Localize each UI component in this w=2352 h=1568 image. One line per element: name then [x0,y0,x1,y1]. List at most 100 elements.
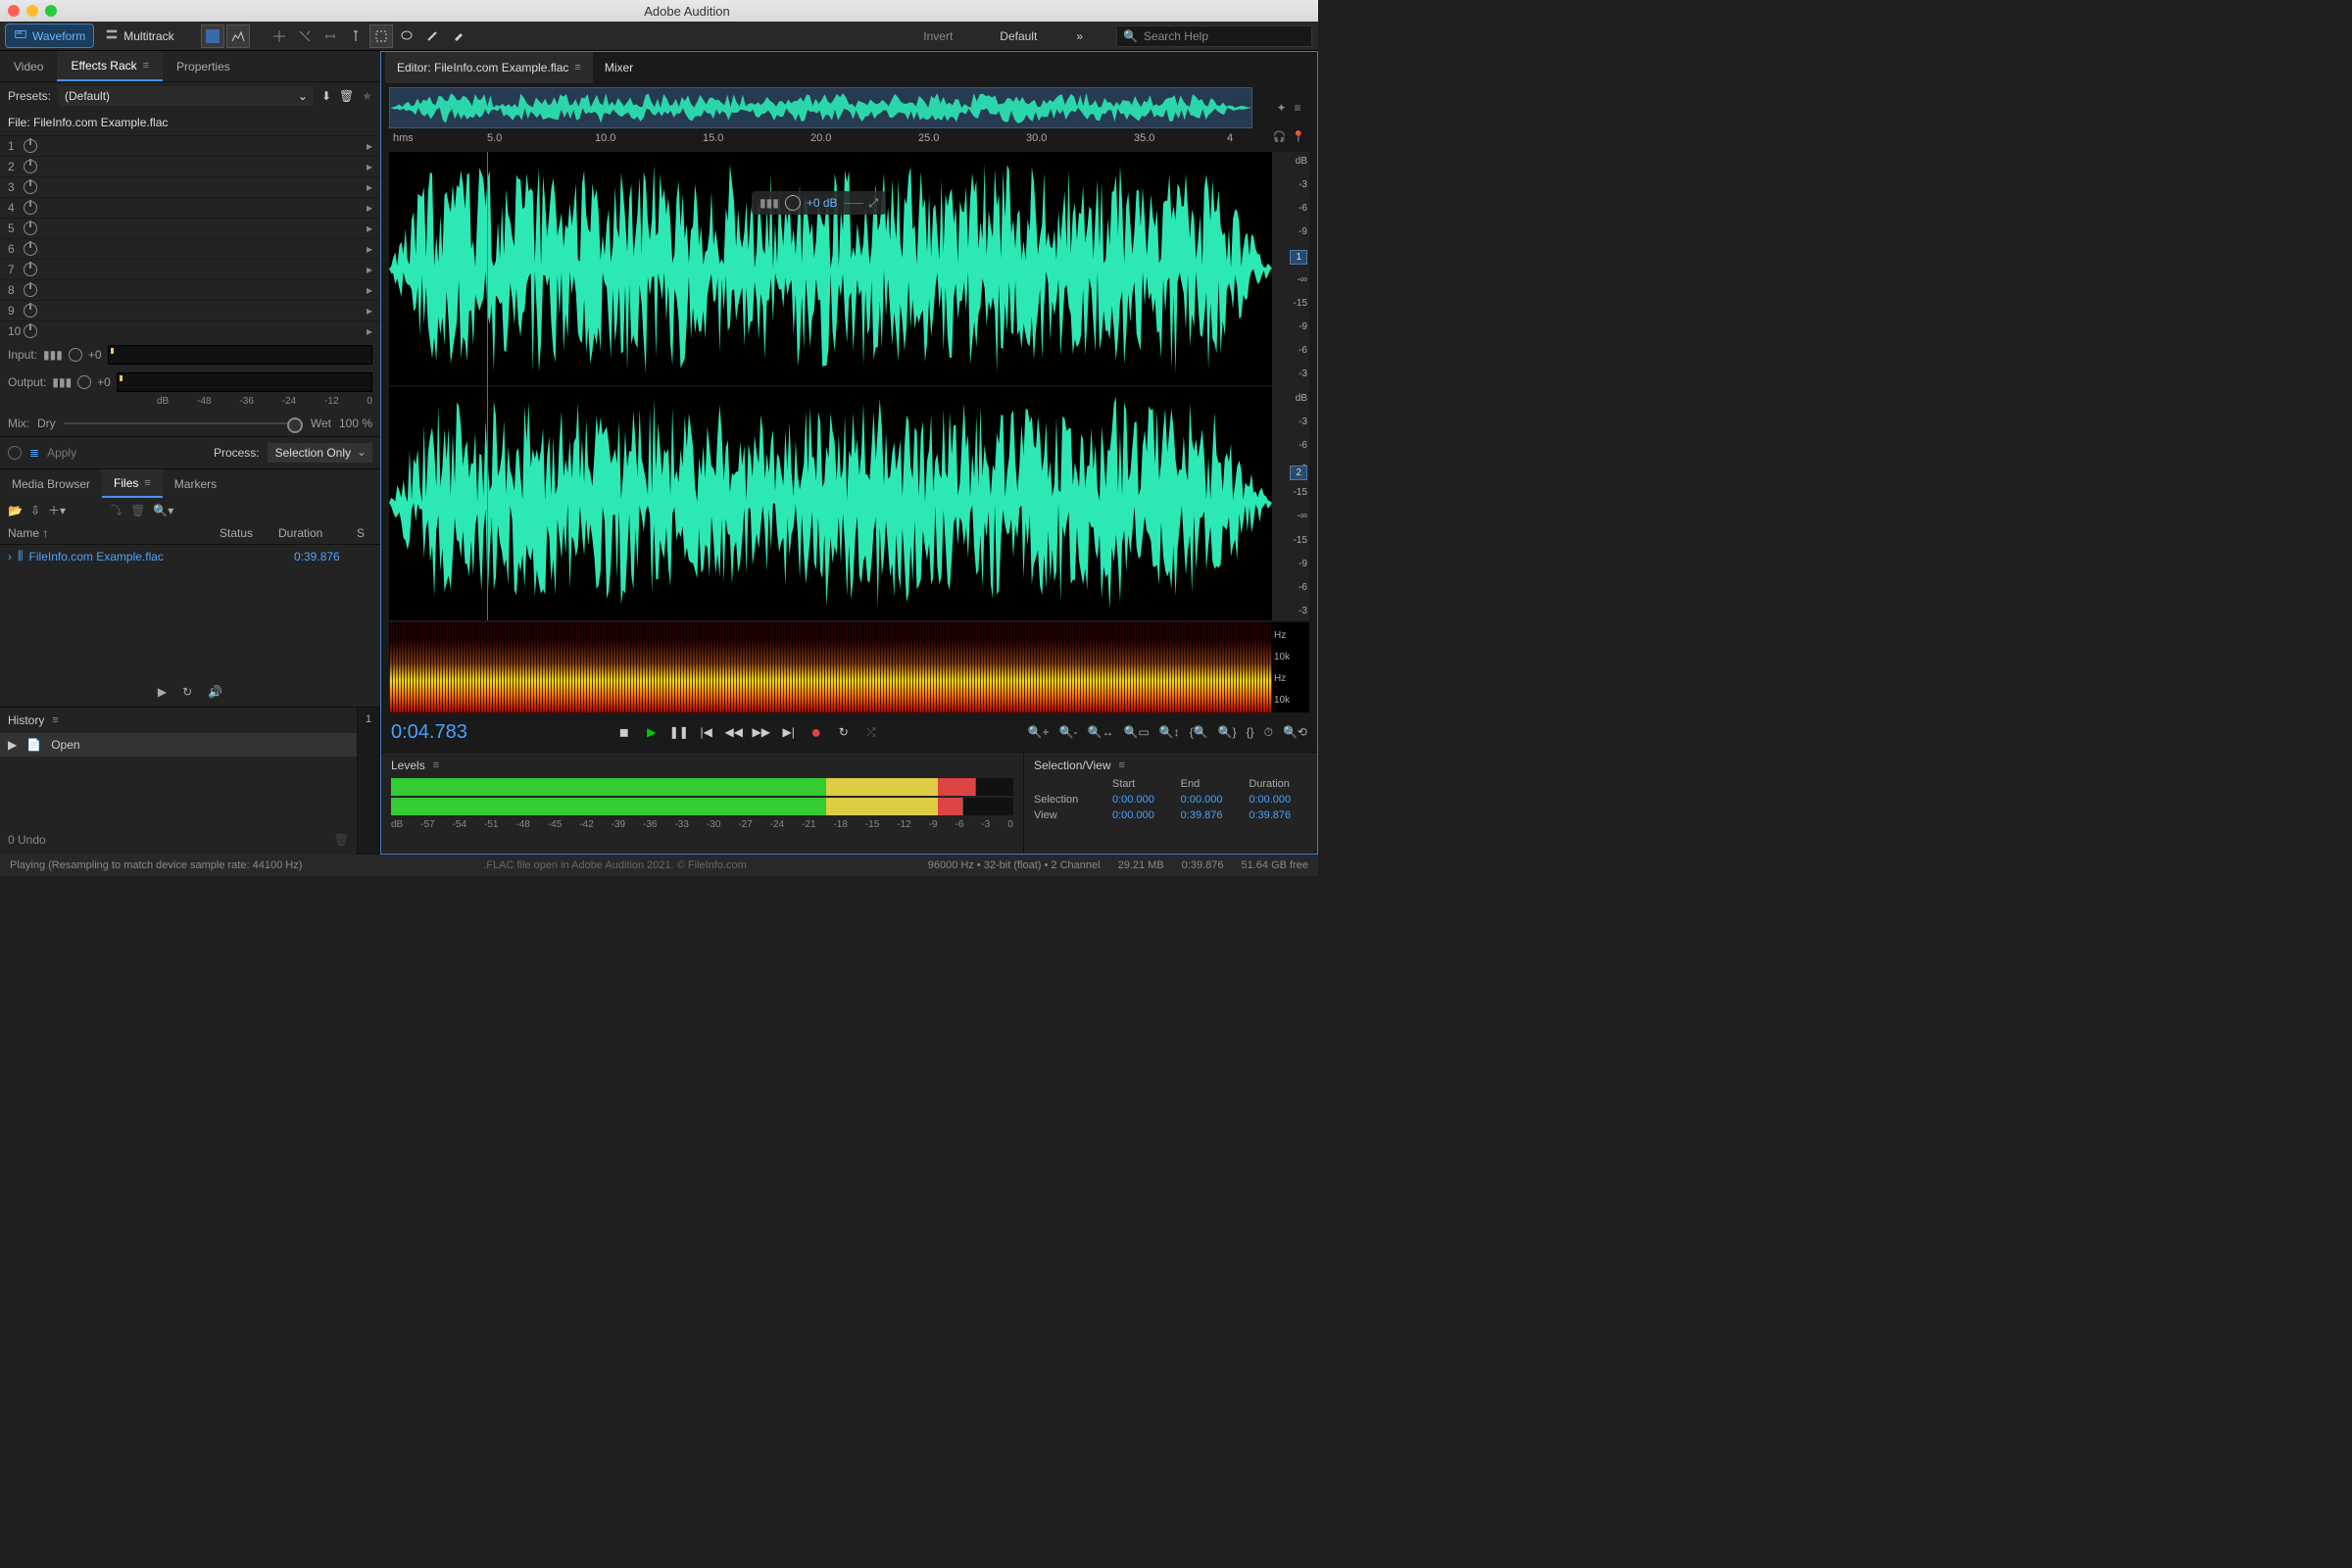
panel-menu-icon[interactable]: ≡ [52,714,58,726]
zoom-in-icon[interactable]: 🔍+ [1028,725,1050,740]
power-icon[interactable] [24,263,37,276]
effect-slot[interactable]: 3▸ [0,176,380,197]
waveform-mode-button[interactable]: Waveform [6,24,93,47]
marquee-tool[interactable] [370,25,392,47]
power-icon[interactable] [24,242,37,256]
skip-selection-button[interactable]: ⤮ [862,723,880,741]
headphones-icon[interactable]: 🎧 [1273,130,1287,143]
move-tool[interactable] [269,25,290,47]
power-icon[interactable] [24,201,37,215]
time-selection-tool[interactable] [345,25,367,47]
list-icon[interactable]: ≣ [29,446,39,460]
current-time[interactable]: 0:04.783 [391,721,467,744]
expand-icon[interactable]: ⤢ [869,196,879,211]
record-button[interactable]: ● [808,723,825,741]
volume-hud[interactable]: ▮▮▮ +0 dB ⤢ [752,191,886,215]
play-button[interactable]: ▶ [643,723,661,741]
tab-video[interactable]: Video [0,51,57,81]
view-start[interactable]: 0:00.000 [1112,809,1171,821]
effect-slot[interactable]: 1▸ [0,135,380,156]
skip-start-button[interactable]: |◀ [698,723,715,741]
waveform-display[interactable]: ▮▮▮ +0 dB ⤢ dB -3-6-9-15-∞-15-9-6-3 1 dB… [389,152,1309,620]
close-window-button[interactable] [8,5,20,17]
presets-combo[interactable]: (Default) ⌄ [59,86,314,106]
minimize-window-button[interactable] [26,5,38,17]
tab-editor[interactable]: Editor: FileInfo.com Example.flac ≡ [385,52,593,83]
play-preview-icon[interactable]: ▶ [158,685,167,699]
expand-icon[interactable]: ▸ [367,283,372,297]
tab-properties[interactable]: Properties [163,51,244,81]
tab-files[interactable]: Files ≡ [102,469,163,498]
workspace-menu[interactable]: Default » [970,29,1112,43]
file-row[interactable]: ›⫼FileInfo.com Example.flac 0:39.876 [0,545,380,567]
history-item[interactable]: ▶ 📄 Open [0,733,357,757]
process-combo[interactable]: Selection Only [268,443,372,463]
spectrogram[interactable]: Hz10k Hz10k [389,622,1309,712]
pin-icon[interactable]: 📍 [1292,130,1305,143]
power-icon[interactable] [24,180,37,194]
panel-menu-icon[interactable]: ≡ [433,760,439,771]
delete-icon[interactable]: 🗑 [130,504,145,517]
pause-button[interactable]: ❚❚ [670,723,688,741]
view-dur[interactable]: 0:39.876 [1249,809,1307,821]
effect-slot[interactable]: 4▸ [0,197,380,218]
zoom-toggle-icon[interactable]: {} [1247,725,1254,740]
expand-icon[interactable]: ▸ [367,139,372,153]
insert-icon[interactable]: ⤵ [111,502,122,518]
power-icon[interactable] [24,324,37,338]
view-spectral-button[interactable] [227,25,249,47]
mix-slider[interactable] [64,422,303,424]
expand-icon[interactable]: ▸ [367,304,372,318]
expand-icon[interactable]: ▸ [367,324,372,338]
effect-slot[interactable]: 6▸ [0,238,380,259]
pan-icon[interactable]: ✦ [1276,101,1286,115]
power-icon[interactable] [24,304,37,318]
expand-icon[interactable]: ▸ [367,160,372,173]
panel-menu-icon[interactable]: ≡ [143,60,149,72]
zoom-fit-icon[interactable]: 🔍↔ [1088,725,1114,740]
invert-button[interactable]: Invert [909,29,966,43]
new-file-icon[interactable]: ＋▾ [48,502,66,518]
power-icon[interactable] [24,221,37,235]
open-folder-icon[interactable]: 📂 [8,504,23,517]
stop-button[interactable]: ◼ [615,723,633,741]
lasso-tool[interactable] [396,25,417,47]
view-waveform-button[interactable] [202,25,223,47]
effect-slot[interactable]: 5▸ [0,218,380,238]
sel-end[interactable]: 0:00.000 [1181,794,1240,806]
expand-icon[interactable]: ▸ [367,180,372,194]
overview-waveform[interactable] [389,87,1252,128]
save-preset-icon[interactable]: ⬇ [321,89,331,103]
effect-slot[interactable]: 8▸ [0,279,380,300]
search-files-icon[interactable]: 🔍▾ [153,504,173,517]
panel-menu-icon[interactable]: ≡ [1119,760,1125,771]
zoom-sel-in-icon[interactable]: {🔍 [1190,725,1208,740]
effect-slot[interactable]: 10▸ [0,320,380,341]
effect-slot[interactable]: 2▸ [0,156,380,176]
effect-slot[interactable]: 7▸ [0,259,380,279]
power-icon[interactable] [24,160,37,173]
maximize-window-button[interactable] [45,5,57,17]
loop-icon[interactable]: ↻ [182,685,192,699]
delete-preset-icon[interactable]: 🗑 [339,89,354,103]
zoom-out-icon[interactable]: 🔍- [1059,725,1078,740]
col-status[interactable]: Status [220,526,278,540]
gain-knob[interactable] [785,195,801,211]
zoom-sel-out-icon[interactable]: 🔍} [1218,725,1237,740]
channel-2-badge[interactable]: 2 [1290,466,1307,480]
rack-power-icon[interactable] [8,446,22,460]
import-icon[interactable]: ⇩ [30,504,40,517]
sel-start[interactable]: 0:00.000 [1112,794,1171,806]
loop-button[interactable]: ↻ [835,723,853,741]
auto-play-icon[interactable]: 🔊 [208,685,222,699]
favorite-icon[interactable]: ★ [362,89,372,103]
col-duration[interactable]: Duration [278,526,357,540]
panel-menu-icon[interactable]: ≡ [574,62,580,74]
heal-tool[interactable] [447,25,468,47]
col-s[interactable]: S [357,526,372,540]
list-icon[interactable]: ≡ [1295,101,1301,115]
tab-effects-rack[interactable]: Effects Rack ≡ [57,51,163,81]
tab-media-browser[interactable]: Media Browser [0,469,102,498]
expand-icon[interactable]: ▸ [367,263,372,276]
search-help-field[interactable]: 🔍 Search Help [1116,25,1312,47]
